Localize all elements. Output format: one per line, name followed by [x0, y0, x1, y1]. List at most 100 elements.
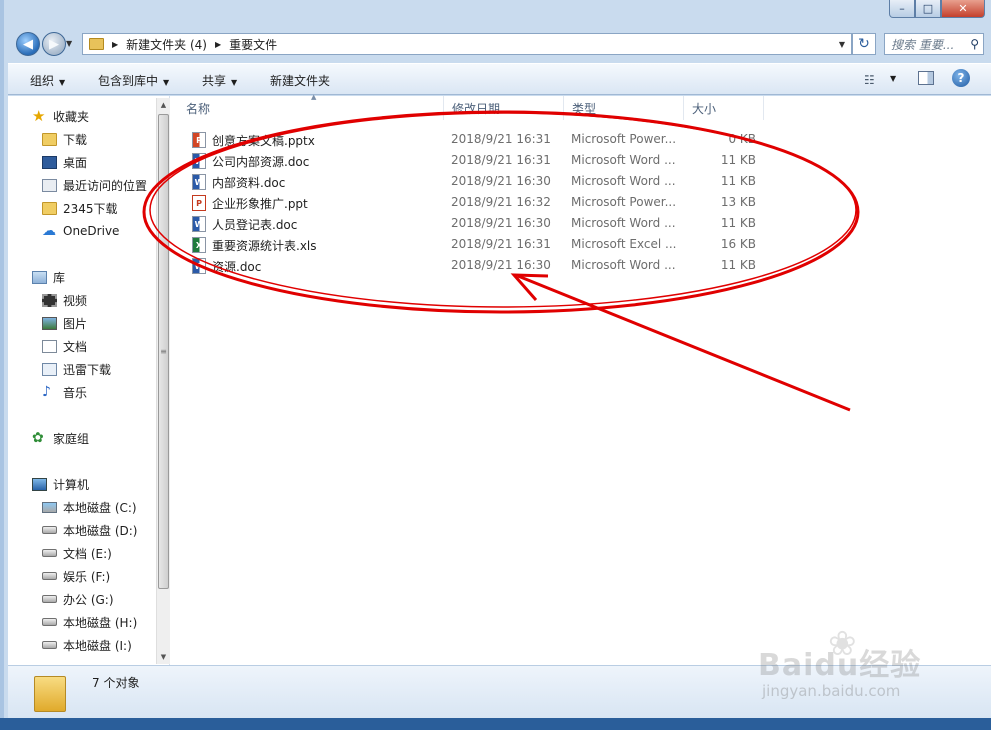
scrollbar-thumb[interactable]: ≡ — [158, 114, 169, 589]
nav-item-videos[interactable]: 视频 — [42, 290, 87, 310]
file-date: 2018/9/21 16:30 — [451, 216, 551, 230]
folder-icon — [42, 201, 57, 215]
help-icon[interactable]: ? — [952, 69, 970, 87]
nav-item-libraries[interactable]: 库 — [32, 267, 65, 287]
file-row[interactable]: W 公司内部资源.doc 2018/9/21 16:31 Microsoft W… — [186, 150, 766, 171]
nav-item-documents[interactable]: 文档 — [42, 336, 87, 356]
file-row[interactable]: X 重要资源统计表.xls 2018/9/21 16:31 Microsoft … — [186, 234, 766, 255]
view-dropdown-icon[interactable]: ▼ — [890, 74, 896, 83]
nav-item-2345-download[interactable]: 2345下载 — [42, 198, 118, 218]
excel-file-icon: X — [192, 237, 206, 253]
search-icon[interactable]: ⚲ — [970, 37, 979, 51]
nav-label: 收藏夹 — [53, 109, 90, 124]
nav-item-drive-e[interactable]: 文档 (E:) — [42, 543, 112, 563]
file-row[interactable]: W 人员登记表.doc 2018/9/21 16:30 Microsoft Wo… — [186, 213, 766, 234]
nav-item-music[interactable]: ♪ 音乐 — [42, 382, 87, 402]
command-toolbar: 组织 ▼ 包含到库中 ▼ 共享 ▼ 新建文件夹 ☷ ▼ ? — [8, 63, 991, 95]
nav-label: 办公 (G:) — [63, 592, 114, 607]
back-button[interactable]: ◀ — [16, 32, 40, 56]
drive-icon — [42, 526, 57, 534]
nav-scrollbar[interactable]: ▲ ≡ ▼ — [156, 98, 170, 664]
preview-pane-icon[interactable] — [918, 71, 934, 85]
drive-icon — [42, 618, 57, 626]
nav-item-onedrive[interactable]: ☁ OneDrive — [42, 221, 119, 241]
nav-item-drive-g[interactable]: 办公 (G:) — [42, 589, 114, 609]
file-name: 创意方案文稿.pptx — [212, 134, 315, 148]
nav-item-drive-d[interactable]: 本地磁盘 (D:) — [42, 520, 137, 540]
recent-places-icon — [42, 178, 57, 192]
nav-label: 文档 — [63, 339, 88, 354]
nav-label: 迅雷下载 — [63, 362, 112, 377]
nav-item-thunder-download[interactable]: 迅雷下载 — [42, 359, 111, 379]
nav-label: 桌面 — [63, 155, 88, 170]
organize-menu-button[interactable]: 组织 ▼ — [30, 72, 65, 89]
search-input[interactable]: 搜索 重要... ⚲ — [884, 33, 984, 55]
change-view-icon[interactable]: ☷ — [864, 73, 875, 87]
column-header-type[interactable]: 类型 — [564, 96, 684, 120]
organize-label: 组织 — [30, 74, 55, 88]
file-size: 0 KB — [728, 132, 756, 146]
address-bar[interactable]: ▶ 新建文件夹 (4) ▶ 重要文件 ▼ — [82, 33, 852, 55]
navigation-pane: ★ 收藏夹 下载 桌面 最近访问的位置 2345下载 ☁ OneDrive 库 视频… — [8, 96, 170, 665]
folder-icon — [34, 676, 66, 712]
nav-item-pictures[interactable]: 图片 — [42, 313, 87, 333]
nav-item-drive-c[interactable]: 本地磁盘 (C:) — [42, 497, 137, 517]
nav-item-homegroup[interactable]: ✿ 家庭组 — [32, 428, 89, 448]
music-note-icon: ♪ — [42, 383, 51, 400]
column-header-label: 名称 — [186, 101, 211, 116]
file-name: 公司内部资源.doc — [212, 155, 310, 169]
forward-button[interactable]: ▶ — [42, 32, 66, 56]
file-type: Microsoft Word ... — [571, 216, 676, 230]
file-type: Microsoft Word ... — [571, 258, 676, 272]
breadcrumb-item-current[interactable]: 重要文件 — [229, 36, 277, 53]
file-type: Microsoft Excel ... — [571, 237, 677, 251]
file-type: Microsoft Word ... — [571, 174, 676, 188]
nav-item-desktop[interactable]: 桌面 — [42, 152, 87, 172]
file-row[interactable]: P 企业形象推广.ppt 2018/9/21 16:32 Microsoft P… — [186, 192, 766, 213]
file-type: Microsoft Power... — [571, 132, 677, 146]
column-header-size[interactable]: 大小 — [684, 96, 764, 120]
minimize-button[interactable]: – — [889, 0, 915, 18]
nav-label: 本地磁盘 (C:) — [63, 500, 137, 515]
file-date: 2018/9/21 16:31 — [451, 153, 551, 167]
refresh-button[interactable]: ↻ — [852, 33, 876, 55]
nav-item-drive-h[interactable]: 本地磁盘 (H:) — [42, 612, 137, 632]
close-button[interactable]: ✕ — [941, 0, 985, 18]
nav-item-drive-i[interactable]: 本地磁盘 (I:) — [42, 635, 132, 655]
maximize-button[interactable]: □ — [915, 0, 941, 18]
file-date: 2018/9/21 16:32 — [451, 195, 551, 209]
address-history-dropdown-icon[interactable]: ▼ — [839, 40, 845, 49]
homegroup-icon: ✿ — [32, 429, 44, 446]
share-label: 共享 — [202, 74, 227, 88]
word-file-icon: W — [192, 153, 206, 169]
nav-item-computer[interactable]: 计算机 — [32, 474, 89, 494]
nav-item-drive-f[interactable]: 娱乐 (F:) — [42, 566, 110, 586]
dropdown-arrow-icon: ▼ — [59, 78, 66, 87]
watermark-url: jingyan.baidu.com — [762, 682, 901, 700]
scroll-up-icon[interactable]: ▲ — [157, 98, 170, 112]
drive-icon — [42, 595, 57, 603]
nav-item-favorites[interactable]: ★ 收藏夹 — [32, 106, 89, 126]
nav-item-download[interactable]: 下载 — [42, 129, 87, 149]
file-name: 企业形象推广.ppt — [212, 197, 308, 211]
include-in-library-button[interactable]: 包含到库中 ▼ — [98, 72, 169, 89]
file-row[interactable]: W 资源.doc 2018/9/21 16:30 Microsoft Word … — [186, 255, 766, 276]
powerpoint-file-icon: P — [192, 132, 206, 148]
breadcrumb-item-parent[interactable]: 新建文件夹 (4) — [126, 36, 207, 53]
desktop-background-bottom — [0, 718, 991, 730]
breadcrumb-separator-icon[interactable]: ▶ — [215, 40, 221, 49]
breadcrumb-separator-icon[interactable]: ▶ — [112, 40, 118, 49]
file-row[interactable]: P 创意方案文稿.pptx 2018/9/21 16:31 Microsoft … — [186, 129, 766, 150]
computer-icon — [32, 477, 47, 491]
column-header-date[interactable]: 修改日期 — [444, 96, 564, 120]
file-size: 13 KB — [720, 195, 756, 209]
include-in-library-label: 包含到库中 — [98, 74, 159, 88]
file-row[interactable]: W 内部资料.doc 2018/9/21 16:30 Microsoft Wor… — [186, 171, 766, 192]
scroll-down-icon[interactable]: ▼ — [157, 650, 170, 664]
new-folder-button[interactable]: 新建文件夹 — [270, 72, 330, 89]
recent-pages-dropdown-icon[interactable]: ▼ — [66, 39, 72, 48]
column-header-label: 修改日期 — [452, 101, 501, 116]
nav-item-recent-places[interactable]: 最近访问的位置 — [42, 175, 147, 195]
share-menu-button[interactable]: 共享 ▼ — [202, 72, 237, 89]
column-header-name[interactable]: 名称 — [178, 96, 444, 120]
